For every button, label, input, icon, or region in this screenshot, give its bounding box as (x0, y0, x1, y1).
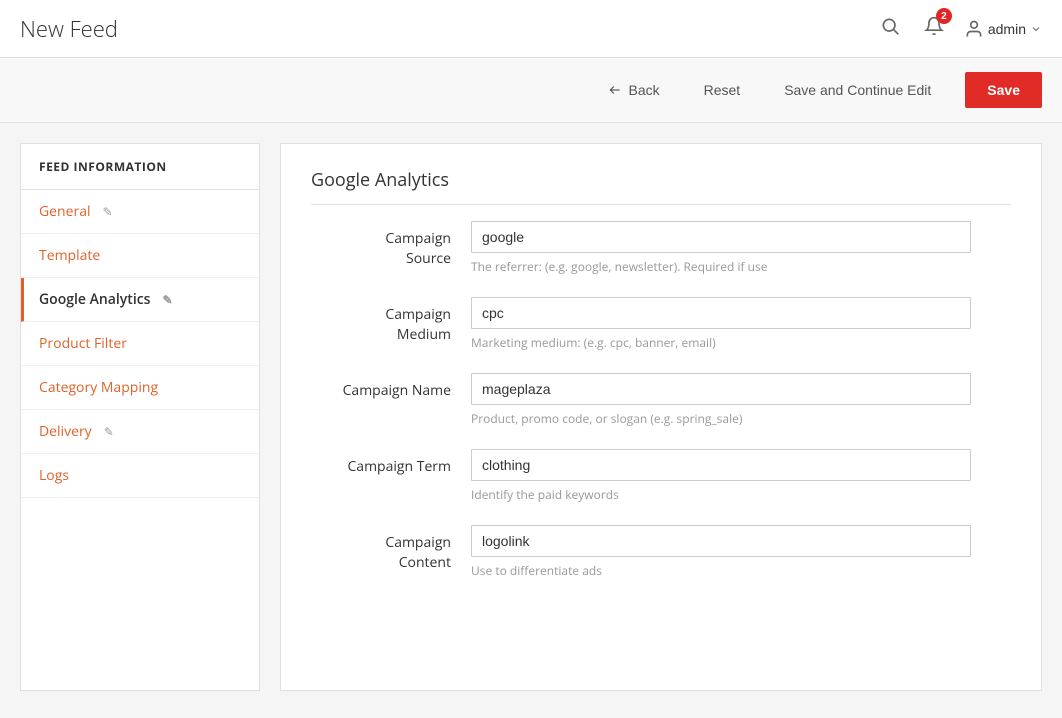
reset-button[interactable]: Reset (694, 76, 751, 104)
campaign-term-input[interactable] (471, 449, 971, 481)
notification-button[interactable]: 2 (920, 12, 948, 45)
sidebar-item-label: Product Filter (39, 334, 127, 353)
save-continue-label: Save and Continue Edit (784, 82, 931, 98)
save-button[interactable]: Save (965, 72, 1042, 108)
campaign-name-input[interactable] (471, 373, 971, 405)
page-title: New Feed (20, 14, 118, 44)
campaign-source-input[interactable] (471, 221, 971, 253)
search-button[interactable] (876, 12, 904, 45)
sidebar-section-title: FEED INFORMATION (21, 144, 259, 190)
sidebar-item-label: General (39, 202, 91, 221)
user-icon (964, 19, 984, 39)
sidebar-item-label: Delivery (39, 422, 92, 441)
sidebar-item-product-filter[interactable]: Product Filter (21, 322, 259, 366)
save-continue-button[interactable]: Save and Continue Edit (774, 76, 941, 104)
campaign-term-label: Campaign Term (311, 449, 471, 477)
campaign-medium-row: CampaignMedium Marketing medium: (e.g. c… (311, 297, 1011, 351)
sidebar-item-label: Logs (39, 466, 69, 485)
header-actions: 2 admin (876, 12, 1042, 45)
content-area: Google Analytics CampaignSource The refe… (280, 143, 1042, 691)
reset-label: Reset (704, 82, 741, 98)
save-label: Save (987, 82, 1020, 98)
sidebar-item-delivery[interactable]: Delivery ✎ (21, 410, 259, 454)
sidebar-item-label: Google Analytics (39, 290, 151, 309)
campaign-content-row: CampaignContent Use to differentiate ads (311, 525, 1011, 579)
campaign-term-row: Campaign Term Identify the paid keywords (311, 449, 1011, 503)
sidebar-item-category-mapping[interactable]: Category Mapping (21, 366, 259, 410)
campaign-term-hint: Identify the paid keywords (471, 486, 971, 503)
campaign-medium-field: Marketing medium: (e.g. cpc, banner, ema… (471, 297, 971, 351)
campaign-medium-label: CampaignMedium (311, 297, 471, 344)
sidebar-item-label: Template (39, 246, 100, 265)
campaign-source-hint: The referrer: (e.g. google, newsletter).… (471, 258, 971, 275)
chevron-down-icon (1030, 23, 1042, 35)
back-button[interactable]: Back (598, 76, 669, 104)
sidebar-item-label: Category Mapping (39, 378, 158, 397)
arrow-left-icon (608, 83, 622, 97)
campaign-content-input[interactable] (471, 525, 971, 557)
sidebar-item-general[interactable]: General ✎ (21, 190, 259, 234)
content-section-title: Google Analytics (311, 168, 1011, 205)
pencil-icon: ✎ (163, 291, 173, 308)
campaign-medium-hint: Marketing medium: (e.g. cpc, banner, ema… (471, 334, 971, 351)
campaign-content-field: Use to differentiate ads (471, 525, 971, 579)
campaign-name-field: Product, promo code, or slogan (e.g. spr… (471, 373, 971, 427)
search-icon (880, 16, 900, 36)
admin-label: admin (988, 21, 1026, 37)
sidebar-item-logs[interactable]: Logs (21, 454, 259, 498)
campaign-name-row: Campaign Name Product, promo code, or sl… (311, 373, 1011, 427)
sidebar-item-google-analytics[interactable]: Google Analytics ✎ (21, 278, 259, 322)
header: New Feed 2 admin (0, 0, 1062, 58)
campaign-source-row: CampaignSource The referrer: (e.g. googl… (311, 221, 1011, 275)
campaign-content-hint: Use to differentiate ads (471, 562, 971, 579)
sidebar-item-template[interactable]: Template (21, 234, 259, 278)
toolbar: Back Reset Save and Continue Edit Save (0, 58, 1062, 123)
campaign-term-field: Identify the paid keywords (471, 449, 971, 503)
main-content: FEED INFORMATION General ✎ Template Goog… (0, 123, 1062, 711)
campaign-name-hint: Product, promo code, or slogan (e.g. spr… (471, 410, 971, 427)
campaign-content-label: CampaignContent (311, 525, 471, 572)
sidebar: FEED INFORMATION General ✎ Template Goog… (20, 143, 260, 691)
back-label: Back (628, 82, 659, 98)
campaign-source-field: The referrer: (e.g. google, newsletter).… (471, 221, 971, 275)
pencil-icon: ✎ (103, 203, 113, 220)
campaign-name-label: Campaign Name (311, 373, 471, 401)
campaign-source-label: CampaignSource (311, 221, 471, 268)
campaign-medium-input[interactable] (471, 297, 971, 329)
admin-menu-button[interactable]: admin (964, 19, 1042, 39)
pencil-icon: ✎ (104, 423, 114, 440)
notification-badge: 2 (936, 8, 952, 24)
